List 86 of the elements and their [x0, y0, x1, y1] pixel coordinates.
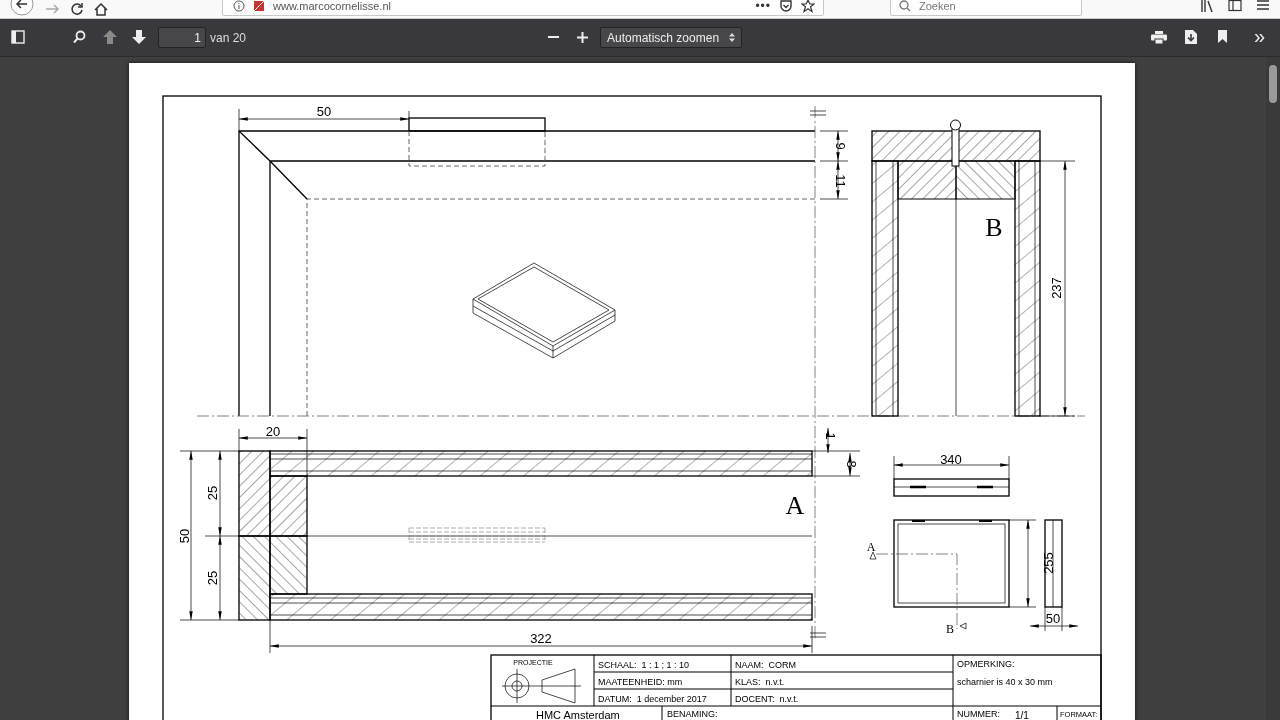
- extension-line: [179, 619, 240, 621]
- projection-symbol-icon: [501, 668, 582, 704]
- title-block-field: KLAS: n.v.t.: [735, 677, 785, 687]
- extension-line: [306, 428, 308, 477]
- section-mark: A: [866, 540, 876, 554]
- zoom-dropdown[interactable]: Automatisch zoomen: [600, 27, 742, 48]
- extension-line: [811, 450, 861, 452]
- page-actions-button[interactable]: •••: [755, 0, 771, 13]
- title-block-field: NAAM: CORM: [735, 660, 796, 670]
- url-text: www.marcocornelisse.nl: [273, 0, 392, 13]
- title-block-field: DOCENT: n.v.t.: [735, 694, 799, 704]
- dimension-label: 50: [177, 528, 192, 544]
- dimension-label: 9: [833, 142, 848, 150]
- menu-icon[interactable]: [1256, 0, 1270, 12]
- break-mark: [809, 632, 827, 638]
- dimension-label: 8: [844, 460, 859, 468]
- extension-line: [1061, 606, 1063, 632]
- extension-line: [1039, 160, 1076, 162]
- search-icon: [899, 0, 911, 12]
- dimension-label: 25: [205, 570, 220, 586]
- extension-line: [819, 130, 849, 132]
- search-field[interactable]: Zoeken: [890, 0, 1082, 16]
- info-icon[interactable]: [233, 0, 245, 12]
- section-arrow-icon: [959, 622, 967, 630]
- pocket-icon[interactable]: [779, 0, 793, 13]
- dimension-label: 1: [823, 432, 838, 440]
- extension-line: [1008, 455, 1010, 480]
- updown-caret-icon: [729, 33, 735, 42]
- bookmark-button[interactable]: [1218, 30, 1227, 43]
- scrollbar[interactable]: [1266, 57, 1280, 720]
- dimension-label: 25: [205, 485, 220, 501]
- extension-line: [811, 475, 861, 477]
- sidebar-icon[interactable]: [1228, 0, 1242, 12]
- dimension-label: 340: [940, 452, 962, 467]
- search-button[interactable]: [73, 30, 86, 44]
- extension-line: [819, 198, 849, 200]
- zoom-in-button[interactable]: [577, 32, 588, 43]
- title-block-field: DATUM: 1 december 2017: [598, 694, 707, 704]
- section-arrow-icon: [869, 551, 877, 560]
- sidebar-toggle-button[interactable]: [11, 30, 25, 44]
- dimension-label: 322: [530, 631, 552, 646]
- title-block-label: NUMMER:: [957, 709, 1000, 719]
- library-icon[interactable]: [1200, 0, 1214, 12]
- address-bar[interactable]: www.marcocornelisse.nl •••: [222, 0, 824, 16]
- extension-line: [893, 455, 895, 480]
- extension-line: [811, 625, 813, 654]
- zoom-out-button[interactable]: [548, 36, 559, 39]
- tools-button[interactable]: »: [1254, 25, 1266, 47]
- reload-button[interactable]: [70, 2, 84, 16]
- section-label: B: [985, 213, 1003, 242]
- section-label: A: [785, 491, 805, 520]
- extension-line: [269, 619, 271, 654]
- dimension-label: 11: [833, 174, 848, 188]
- back-button[interactable]: [10, 0, 34, 18]
- extension-line: [1008, 519, 1037, 521]
- page-number-field[interactable]: 1: [158, 27, 206, 48]
- home-button[interactable]: [94, 2, 108, 16]
- site-icon: [253, 0, 265, 12]
- extension-line: [1008, 606, 1037, 608]
- remark-label: OPMERKING:: [957, 659, 1015, 669]
- school-name: HMC Amsterdam: [536, 709, 620, 720]
- extension-line: [238, 108, 240, 132]
- dimension-label: 50: [1045, 611, 1061, 626]
- title-block-field: SCHAAL: 1 : 1 ; 1 : 10: [598, 660, 690, 670]
- dimension-label: 255: [1041, 552, 1056, 574]
- section-mark: B: [946, 622, 954, 636]
- remark-text: scharnier is 40 x 30 mm: [957, 677, 1053, 687]
- break-mark: [809, 110, 827, 116]
- download-button[interactable]: [1185, 30, 1197, 44]
- title-block-field: MAATEENHEID: mm: [598, 677, 683, 687]
- extension-line: [819, 160, 849, 162]
- extension-line: [1044, 606, 1046, 632]
- print-button[interactable]: [1151, 31, 1167, 44]
- next-page-button[interactable]: [132, 30, 146, 44]
- dimension-label: 50: [316, 104, 332, 119]
- dimension-label: 20: [265, 424, 281, 439]
- star-icon[interactable]: [801, 0, 815, 13]
- extension-line: [1039, 415, 1076, 417]
- title-block-label: BENAMING:: [667, 709, 718, 719]
- sheet-number: 1/1: [1015, 710, 1029, 720]
- search-input[interactable]: Zoeken: [919, 0, 1069, 13]
- extension-line: [204, 535, 240, 537]
- extension-line: [408, 110, 410, 119]
- dimension-label: 237: [1049, 277, 1064, 299]
- scrollbar-thumb[interactable]: [1269, 65, 1277, 103]
- page-count: van 20: [210, 31, 247, 45]
